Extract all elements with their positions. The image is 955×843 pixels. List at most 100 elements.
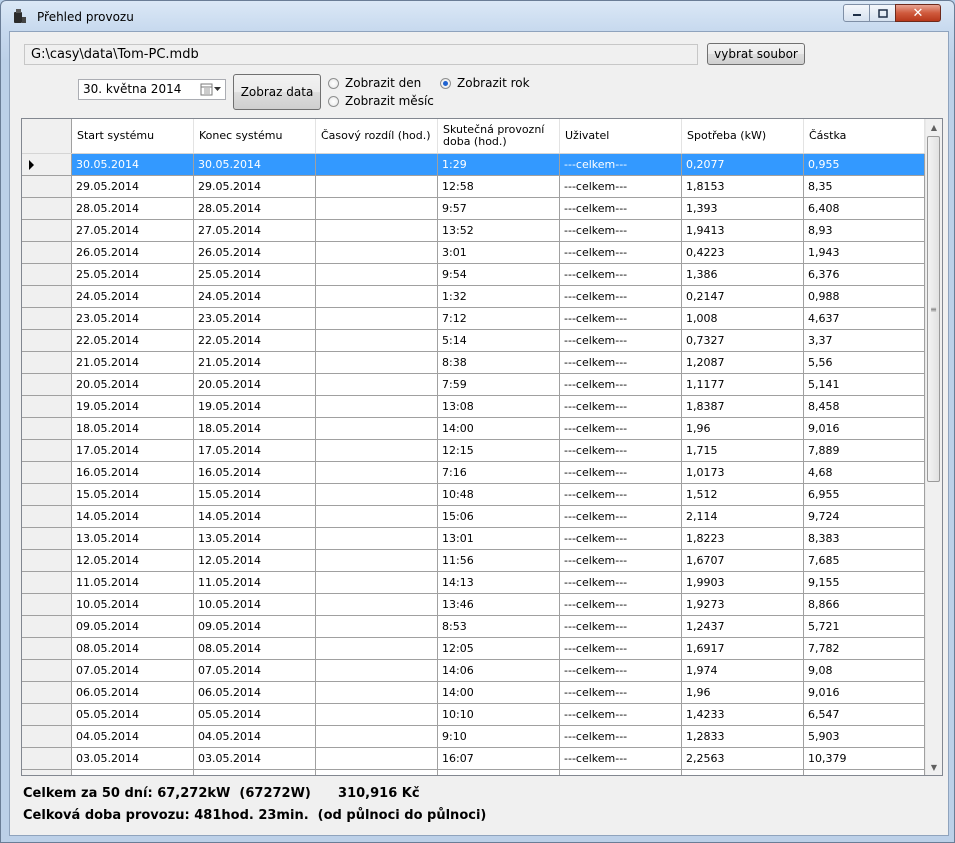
table-row[interactable]: 14.05.2014 14.05.2014 15:06 ---celkem--- 2,1… <box>22 506 925 528</box>
row-header[interactable] <box>22 616 72 638</box>
cell-start[interactable]: 07.05.2014 <box>72 660 194 682</box>
radio-day[interactable]: Zobrazit den <box>328 76 421 90</box>
cell-actual-time[interactable]: 16:07 <box>438 748 560 770</box>
cell-end[interactable]: 28.05.2014 <box>194 198 316 220</box>
row-header[interactable] <box>22 154 72 176</box>
col-header-consumption[interactable]: Spotřeba (kW) <box>682 119 804 153</box>
cell-consumption[interactable]: 1,9903 <box>682 572 804 594</box>
minimize-button[interactable] <box>843 4 870 22</box>
cell-amount[interactable]: 7,889 <box>804 440 925 462</box>
cell-amount[interactable]: 4,637 <box>804 308 925 330</box>
cell-start[interactable]: 10.05.2014 <box>72 594 194 616</box>
cell-amount[interactable]: 9,016 <box>804 682 925 704</box>
table-row[interactable]: 04.05.2014 04.05.2014 9:10 ---celkem--- 1,28… <box>22 726 925 748</box>
table-row[interactable]: 30.05.2014 30.05.2014 1:29 ---celkem--- 0,20… <box>22 154 925 176</box>
cell-end[interactable]: 03.05.2014 <box>194 748 316 770</box>
cell-amount[interactable]: 5,903 <box>804 726 925 748</box>
table-row[interactable]: 13.05.2014 13.05.2014 13:01 ---celkem--- 1,8… <box>22 528 925 550</box>
cell-user[interactable]: ---celkem--- <box>560 308 682 330</box>
cell-end[interactable]: 14.05.2014 <box>194 506 316 528</box>
cell-amount[interactable]: 3,37 <box>804 330 925 352</box>
cell-start[interactable]: 16.05.2014 <box>72 462 194 484</box>
cell-actual-time[interactable]: 9:54 <box>438 264 560 286</box>
radio-day-indicator[interactable] <box>328 77 339 89</box>
cell-start[interactable]: 03.05.2014 <box>72 748 194 770</box>
cell-consumption[interactable]: 2,2563 <box>682 748 804 770</box>
cell-time-diff[interactable] <box>316 770 438 775</box>
cell-end[interactable]: 08.05.2014 <box>194 638 316 660</box>
row-header[interactable] <box>22 726 72 748</box>
cell-start[interactable] <box>72 770 194 775</box>
row-header[interactable] <box>22 242 72 264</box>
cell-consumption[interactable]: 1,512 <box>682 484 804 506</box>
cell-end[interactable] <box>194 770 316 775</box>
cell-actual-time[interactable]: 10:48 <box>438 484 560 506</box>
cell-user[interactable]: ---celkem--- <box>560 286 682 308</box>
cell-amount[interactable]: 7,782 <box>804 638 925 660</box>
row-header[interactable] <box>22 330 72 352</box>
cell-start[interactable]: 08.05.2014 <box>72 638 194 660</box>
cell-user[interactable] <box>560 770 682 775</box>
cell-time-diff[interactable] <box>316 638 438 660</box>
radio-year-indicator[interactable] <box>440 77 451 89</box>
cell-user[interactable]: ---celkem--- <box>560 550 682 572</box>
cell-actual-time[interactable]: 14:13 <box>438 572 560 594</box>
cell-end[interactable]: 25.05.2014 <box>194 264 316 286</box>
cell-time-diff[interactable] <box>316 418 438 440</box>
cell-end[interactable]: 18.05.2014 <box>194 418 316 440</box>
cell-end[interactable]: 26.05.2014 <box>194 242 316 264</box>
cell-user[interactable]: ---celkem--- <box>560 572 682 594</box>
cell-start[interactable]: 28.05.2014 <box>72 198 194 220</box>
row-header[interactable] <box>22 286 72 308</box>
table-row[interactable]: 26.05.2014 26.05.2014 3:01 ---celkem--- 0,42… <box>22 242 925 264</box>
cell-actual-time[interactable]: 7:16 <box>438 462 560 484</box>
cell-actual-time[interactable]: 13:01 <box>438 528 560 550</box>
cell-amount[interactable]: 8,383 <box>804 528 925 550</box>
cell-amount[interactable]: 9,724 <box>804 506 925 528</box>
cell-time-diff[interactable] <box>316 396 438 418</box>
row-header[interactable] <box>22 638 72 660</box>
cell-actual-time[interactable]: 8:53 <box>438 616 560 638</box>
table-row[interactable]: 21.05.2014 21.05.2014 8:38 ---celkem--- 1,20… <box>22 352 925 374</box>
cell-end[interactable]: 19.05.2014 <box>194 396 316 418</box>
cell-actual-time[interactable]: 12:15 <box>438 440 560 462</box>
cell-actual-time[interactable]: 11:56 <box>438 550 560 572</box>
cell-consumption[interactable]: 1,96 <box>682 682 804 704</box>
cell-user[interactable]: ---celkem--- <box>560 220 682 242</box>
table-row[interactable]: 25.05.2014 25.05.2014 9:54 ---celkem--- 1,38… <box>22 264 925 286</box>
cell-amount[interactable]: 6,408 <box>804 198 925 220</box>
cell-time-diff[interactable] <box>316 352 438 374</box>
cell-end[interactable]: 20.05.2014 <box>194 374 316 396</box>
cell-amount[interactable]: 6,376 <box>804 264 925 286</box>
cell-consumption[interactable]: 0,4223 <box>682 242 804 264</box>
cell-amount[interactable]: 5,721 <box>804 616 925 638</box>
cell-start[interactable]: 11.05.2014 <box>72 572 194 594</box>
cell-consumption[interactable]: 1,715 <box>682 440 804 462</box>
cell-time-diff[interactable] <box>316 264 438 286</box>
cell-end[interactable]: 05.05.2014 <box>194 704 316 726</box>
cell-user[interactable]: ---celkem--- <box>560 374 682 396</box>
cell-actual-time[interactable]: 12:58 <box>438 176 560 198</box>
cell-user[interactable]: ---celkem--- <box>560 726 682 748</box>
cell-amount[interactable]: 6,547 <box>804 704 925 726</box>
cell-end[interactable]: 22.05.2014 <box>194 330 316 352</box>
cell-start[interactable]: 25.05.2014 <box>72 264 194 286</box>
cell-user[interactable]: ---celkem--- <box>560 440 682 462</box>
cell-start[interactable]: 19.05.2014 <box>72 396 194 418</box>
table-row[interactable]: 29.05.2014 29.05.2014 12:58 ---celkem--- 1,8… <box>22 176 925 198</box>
cell-actual-time[interactable]: 15:06 <box>438 506 560 528</box>
cell-consumption[interactable]: 0,2077 <box>682 154 804 176</box>
row-header[interactable] <box>22 506 72 528</box>
cell-start[interactable]: 17.05.2014 <box>72 440 194 462</box>
cell-actual-time[interactable]: 14:00 <box>438 418 560 440</box>
cell-consumption[interactable]: 1,2437 <box>682 616 804 638</box>
row-header[interactable] <box>22 572 72 594</box>
cell-time-diff[interactable] <box>316 440 438 462</box>
cell-end[interactable]: 23.05.2014 <box>194 308 316 330</box>
table-row[interactable]: 12.05.2014 12.05.2014 11:56 ---celkem--- 1,6… <box>22 550 925 572</box>
row-header[interactable] <box>22 440 72 462</box>
table-row[interactable]: 16.05.2014 16.05.2014 7:16 ---celkem--- 1,01… <box>22 462 925 484</box>
cell-user[interactable]: ---celkem--- <box>560 462 682 484</box>
cell-consumption[interactable]: 1,2087 <box>682 352 804 374</box>
cell-consumption[interactable]: 1,6917 <box>682 638 804 660</box>
